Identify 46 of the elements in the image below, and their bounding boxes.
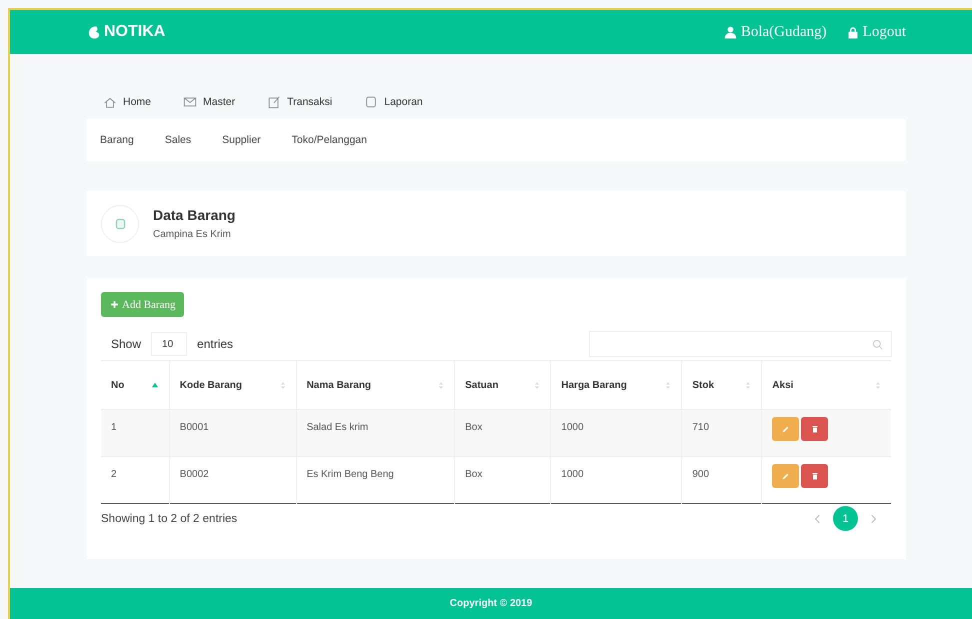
envelope-icon bbox=[183, 94, 198, 108]
edit-button[interactable] bbox=[772, 464, 800, 488]
table-cell: B0002 bbox=[169, 456, 296, 504]
delete-button[interactable] bbox=[801, 464, 828, 488]
entries-label: entries bbox=[197, 337, 234, 351]
trash-icon bbox=[810, 425, 819, 433]
menu-tab[interactable]: Laporan bbox=[364, 94, 423, 108]
menu-tab[interactable]: Master bbox=[183, 94, 236, 108]
page-title: Data Barang bbox=[153, 207, 236, 223]
submenu-link[interactable]: Sales bbox=[164, 134, 192, 146]
submenu-link[interactable]: Barang bbox=[100, 134, 134, 146]
brand-name: NOTIKA bbox=[104, 23, 166, 41]
table-cell: 1000 bbox=[550, 456, 682, 504]
logo-icon bbox=[87, 24, 102, 40]
square-icon bbox=[364, 94, 378, 108]
submenu-link[interactable]: Supplier bbox=[222, 134, 261, 146]
page-subtitle: Campina Es Krim bbox=[153, 229, 232, 240]
lock-icon bbox=[846, 26, 859, 38]
table-cell: B0001 bbox=[169, 410, 296, 456]
plus-icon bbox=[110, 300, 119, 309]
trash-icon bbox=[810, 472, 819, 480]
table-cell: Es Krim Beng Beng bbox=[296, 456, 455, 504]
delete-button[interactable] bbox=[801, 417, 828, 441]
search-icon bbox=[872, 338, 883, 350]
table-cell: 710 bbox=[682, 410, 762, 456]
user-icon bbox=[724, 25, 737, 39]
table-info: Showing 1 to 2 of 2 entries bbox=[101, 512, 238, 524]
pencil-icon bbox=[781, 424, 790, 434]
pencil-icon bbox=[781, 472, 790, 480]
menu-tab[interactable]: Transaksi bbox=[267, 94, 332, 108]
menu-tab[interactable]: Home bbox=[103, 94, 152, 108]
show-label: Show bbox=[111, 337, 142, 351]
table-cell: 1000 bbox=[550, 410, 682, 456]
table-cell: Box bbox=[454, 410, 551, 456]
table-cell: Box bbox=[454, 456, 551, 504]
edit-button[interactable] bbox=[772, 417, 800, 441]
table-cell: 900 bbox=[682, 456, 762, 504]
edit-icon bbox=[267, 94, 282, 108]
table-cell: Salad Es krim bbox=[296, 410, 455, 456]
table-cell: 2 bbox=[101, 456, 170, 504]
entries-select[interactable]: 10 bbox=[151, 332, 188, 356]
search-field[interactable] bbox=[589, 331, 892, 357]
square-icon bbox=[114, 216, 126, 230]
table-cell: 1 bbox=[101, 410, 170, 456]
submenu-link[interactable]: Toko/Pelanggan bbox=[292, 134, 367, 146]
copyright-text: Copyright © 2019 bbox=[450, 598, 532, 609]
